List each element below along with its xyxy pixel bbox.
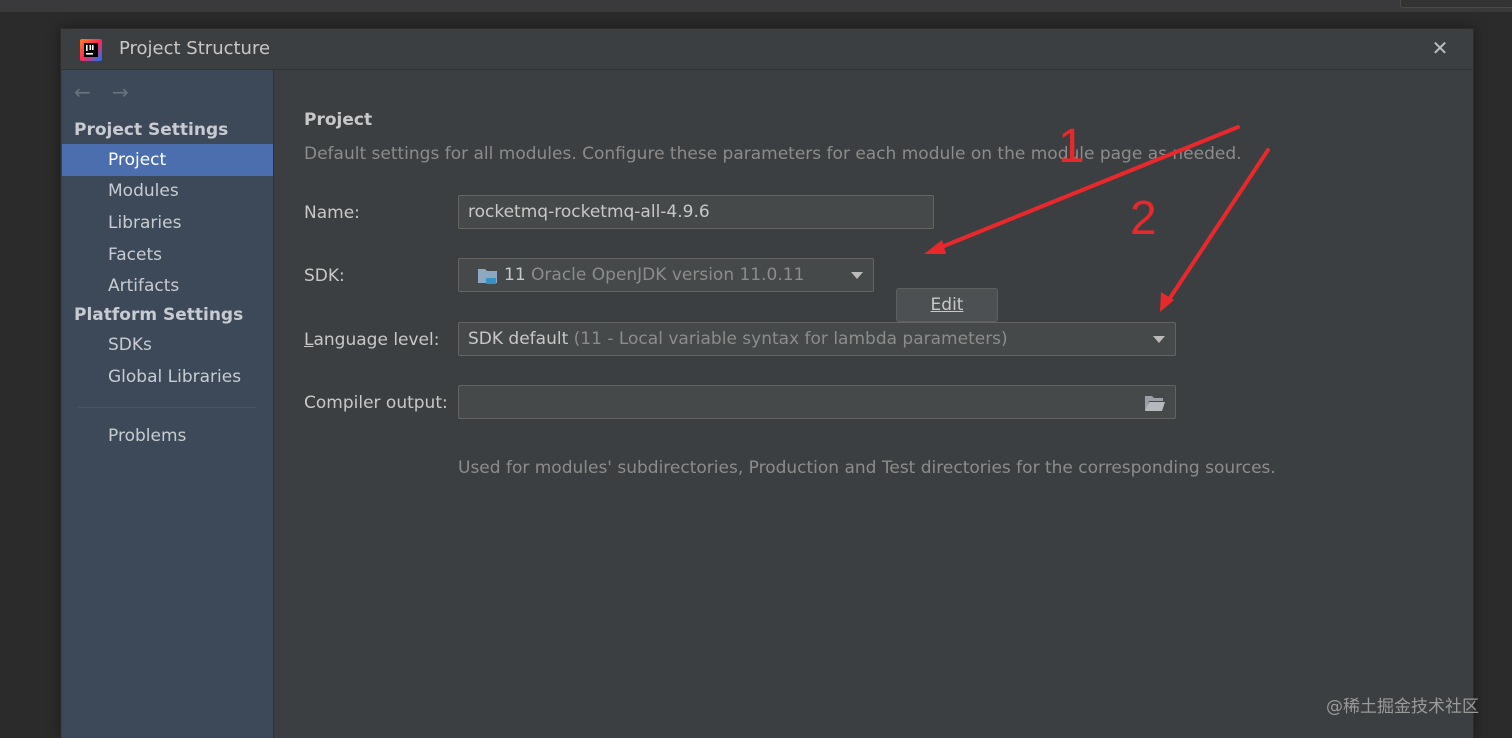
- sidebar-item-sdks[interactable]: SDKs: [62, 329, 273, 361]
- sidebar-item-label: SDKs: [108, 335, 152, 355]
- language-level-value: SDK default: [468, 329, 569, 349]
- project-structure-dialog: Project Structure ✕ ← → Project Settings…: [60, 28, 1474, 738]
- folder-open-icon[interactable]: [1144, 394, 1166, 412]
- sidebar-item-global-libraries[interactable]: Global Libraries: [62, 361, 273, 393]
- edit-label: Edit: [930, 295, 964, 315]
- chevron-down-icon: [1153, 336, 1165, 343]
- page-title: Project: [304, 110, 373, 130]
- project-settings-panel: Project Default settings for all modules…: [274, 70, 1473, 738]
- sdk-edit-button[interactable]: Edit: [896, 288, 998, 322]
- sidebar-item-libraries[interactable]: Libraries: [62, 207, 273, 239]
- language-level-detail: (11 - Local variable syntax for lambda p…: [573, 329, 1008, 349]
- folder-sdk-icon: [478, 269, 497, 284]
- name-field[interactable]: rocketmq-rocketmq-all-4.9.6: [458, 195, 934, 229]
- sdk-select[interactable]: 11 Oracle OpenJDK version 11.0.11: [458, 258, 874, 292]
- sidebar-item-label: Libraries: [108, 213, 182, 233]
- sidebar-item-facets[interactable]: Facets: [62, 239, 273, 271]
- compiler-output-hint: Used for modules' subdirectories, Produc…: [458, 458, 1276, 478]
- sidebar-item-label: Modules: [108, 181, 179, 201]
- sidebar-divider: [78, 407, 256, 408]
- arrow-left-icon[interactable]: ←: [74, 80, 96, 104]
- compiler-output-field[interactable]: [458, 385, 1176, 419]
- sidebar-item-modules[interactable]: Modules: [62, 175, 273, 207]
- name-label: Name:: [304, 203, 360, 223]
- chevron-down-icon: [851, 272, 863, 279]
- compiler-output-label: Compiler output:: [304, 393, 448, 413]
- sdk-version: 11: [504, 265, 526, 285]
- project-settings-header: Project Settings: [74, 120, 229, 140]
- background-search-box: [1400, 0, 1512, 8]
- sdk-detail: Oracle OpenJDK version 11.0.11: [531, 265, 805, 285]
- language-level-select[interactable]: SDK default (11 - Local variable syntax …: [458, 322, 1176, 356]
- watermark: @稀土掘金技术社区: [1326, 697, 1479, 717]
- name-value: rocketmq-rocketmq-all-4.9.6: [468, 202, 710, 222]
- dialog-titlebar: Project Structure ✕: [61, 29, 1473, 70]
- sidebar-item-label: Facets: [108, 245, 162, 265]
- arrow-right-icon[interactable]: →: [112, 80, 134, 104]
- page-description: Default settings for all modules. Config…: [304, 144, 1242, 164]
- settings-sidebar: ← → Project Settings Project Modules Lib…: [62, 70, 274, 738]
- language-level-label: Language level:: [304, 330, 439, 350]
- sidebar-item-artifacts[interactable]: Artifacts: [62, 270, 273, 302]
- sidebar-item-problems[interactable]: Problems: [62, 420, 273, 452]
- dialog-title: Project Structure: [119, 38, 271, 59]
- platform-settings-header: Platform Settings: [74, 305, 244, 325]
- intellij-app-icon: [80, 39, 102, 61]
- sidebar-item-project[interactable]: Project: [62, 144, 273, 176]
- sdk-label: SDK:: [304, 266, 345, 286]
- close-icon[interactable]: ✕: [1429, 37, 1451, 59]
- background-window-topbar: [0, 0, 1512, 12]
- label-rest: anguage level:: [313, 330, 440, 350]
- sidebar-item-label: Global Libraries: [108, 367, 242, 387]
- sidebar-item-label: Problems: [108, 426, 187, 446]
- sidebar-item-label: Project: [108, 150, 167, 170]
- sidebar-item-label: Artifacts: [108, 276, 180, 296]
